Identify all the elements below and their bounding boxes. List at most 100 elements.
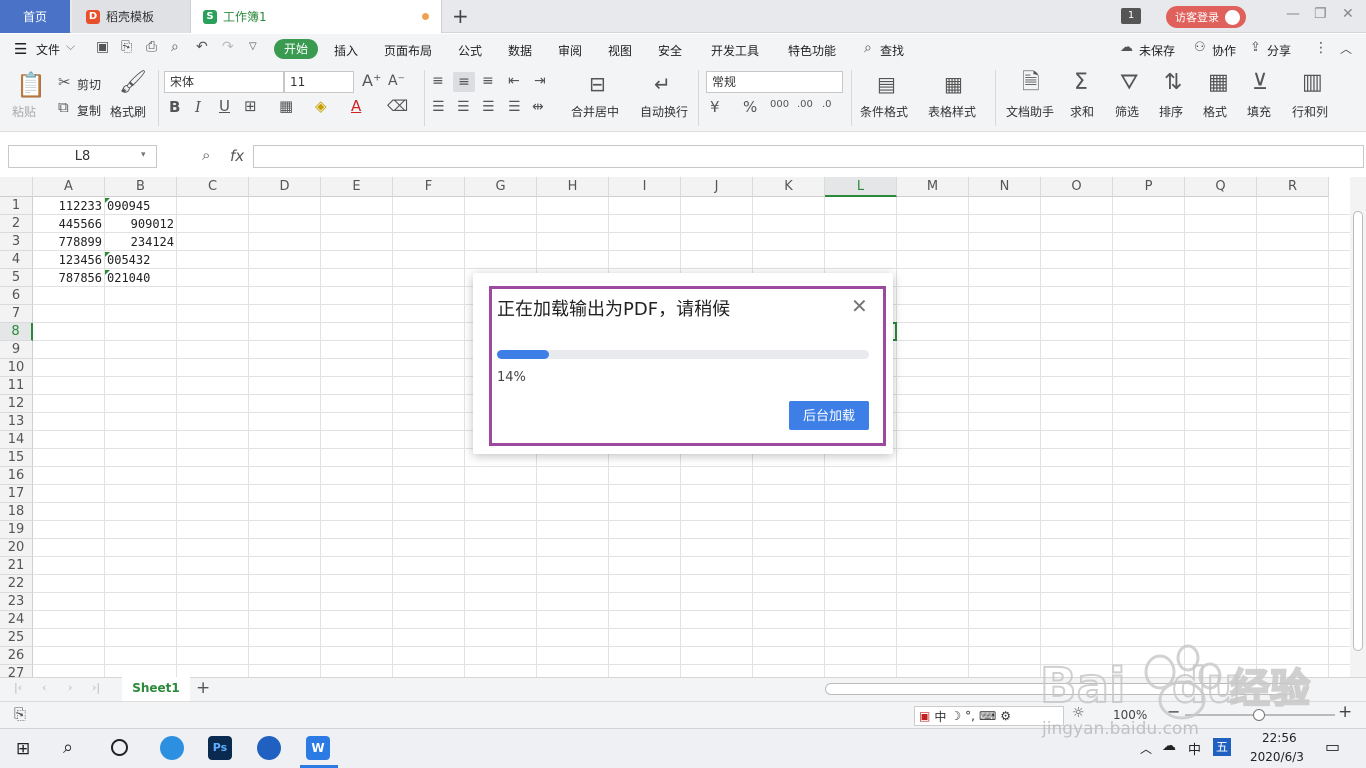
- cell-b4[interactable]: 005432: [107, 251, 150, 269]
- column-header-m[interactable]: M: [897, 177, 969, 197]
- borders-icon[interactable]: ⊞: [244, 99, 257, 114]
- column-header-h[interactable]: H: [537, 177, 609, 197]
- thousands-icon[interactable]: 000: [770, 100, 789, 110]
- row-header-9[interactable]: 9: [0, 341, 33, 359]
- cut-button[interactable]: 剪切: [77, 76, 101, 93]
- font-color-icon[interactable]: A: [351, 99, 361, 114]
- row-header-25[interactable]: 25: [0, 629, 33, 647]
- percent-icon[interactable]: %: [743, 100, 757, 115]
- increase-indent-icon[interactable]: ⇥: [534, 74, 546, 88]
- unsaved-status[interactable]: 未保存: [1139, 42, 1175, 59]
- menu-formula[interactable]: 公式: [458, 42, 482, 59]
- chevron-down-icon[interactable]: ⌵: [66, 39, 75, 54]
- clock-date[interactable]: 2020/6/3: [1250, 750, 1304, 764]
- fill-color-icon[interactable]: ◈: [315, 99, 327, 114]
- cell-b1[interactable]: 090945: [107, 197, 150, 215]
- row-header-18[interactable]: 18: [0, 503, 33, 521]
- row-header-27[interactable]: 27: [0, 665, 33, 677]
- row-col-button[interactable]: 行和列: [1292, 103, 1328, 120]
- sheet-tab-sheet1[interactable]: Sheet1: [122, 677, 190, 701]
- hamburger-icon[interactable]: ☰: [14, 40, 27, 58]
- row-header-8[interactable]: 8: [0, 323, 33, 341]
- fill-style-icon[interactable]: ▦: [279, 99, 293, 114]
- conditional-format-button[interactable]: 条件格式: [860, 103, 908, 120]
- underline-icon[interactable]: U: [219, 99, 230, 114]
- align-left-icon[interactable]: ☰: [432, 100, 445, 114]
- bold-icon[interactable]: B: [169, 100, 180, 115]
- guest-login-button[interactable]: 访客登录: [1166, 6, 1246, 28]
- row-header-16[interactable]: 16: [0, 467, 33, 485]
- format-button[interactable]: 格式: [1203, 103, 1227, 120]
- table-style-button[interactable]: 表格样式: [928, 103, 976, 120]
- row-header-19[interactable]: 19: [0, 521, 33, 539]
- align-top-icon[interactable]: ≡: [432, 74, 444, 88]
- format-painter-button[interactable]: 格式刷: [110, 103, 146, 120]
- font-name-select[interactable]: 宋体: [164, 71, 284, 93]
- cell-a5[interactable]: 787856: [33, 269, 102, 287]
- menu-view[interactable]: 视图: [608, 42, 632, 59]
- row-header-2[interactable]: 2: [0, 215, 33, 233]
- sheet-nav-last-icon[interactable]: ›|: [92, 681, 100, 694]
- row-header-20[interactable]: 20: [0, 539, 33, 557]
- vertical-scroll-thumb[interactable]: [1353, 211, 1363, 651]
- wrap-text-button[interactable]: 自动换行: [640, 103, 688, 120]
- task-view-icon[interactable]: [111, 739, 128, 756]
- settings-icon[interactable]: ⚙: [1000, 709, 1011, 723]
- new-tab-button[interactable]: +: [452, 4, 469, 28]
- row-header-7[interactable]: 7: [0, 305, 33, 323]
- row-header-22[interactable]: 22: [0, 575, 33, 593]
- distribute-icon[interactable]: ⇹: [532, 100, 544, 114]
- punctuation-icon[interactable]: °,: [965, 709, 975, 723]
- add-sheet-icon[interactable]: +: [196, 678, 210, 698]
- formula-input[interactable]: [253, 145, 1364, 168]
- cell-a1[interactable]: 112233: [33, 197, 102, 215]
- menu-data[interactable]: 数据: [508, 42, 532, 59]
- row-header-10[interactable]: 10: [0, 359, 33, 377]
- tray-ime-name[interactable]: 五: [1213, 738, 1231, 756]
- align-right-icon[interactable]: ☰: [482, 100, 495, 114]
- clear-format-icon[interactable]: ⌫: [387, 99, 408, 114]
- number-format-select[interactable]: 常规: [706, 71, 843, 93]
- justify-icon[interactable]: ☰: [508, 100, 521, 114]
- cell-a2[interactable]: 445566: [33, 215, 102, 233]
- undo-icon[interactable]: ↶: [196, 39, 208, 55]
- close-window-icon[interactable]: ✕: [1342, 6, 1354, 22]
- menu-page-layout[interactable]: 页面布局: [384, 42, 432, 59]
- redo-icon[interactable]: ↷: [222, 39, 234, 55]
- sort-button[interactable]: 排序: [1159, 103, 1183, 120]
- fill-button[interactable]: 填充: [1247, 103, 1271, 120]
- window-count-badge[interactable]: 1: [1121, 8, 1141, 24]
- insert-function-button[interactable]: fx: [230, 147, 244, 165]
- wps-app-icon[interactable]: W: [306, 736, 330, 760]
- decrease-font-icon[interactable]: A⁻: [388, 74, 405, 88]
- tray-ime-mode[interactable]: 中: [1188, 739, 1201, 758]
- column-header-o[interactable]: O: [1041, 177, 1113, 197]
- page-setup-icon[interactable]: ⎘: [14, 705, 26, 723]
- column-header-i[interactable]: I: [609, 177, 681, 197]
- row-header-11[interactable]: 11: [0, 377, 33, 395]
- row-header-4[interactable]: 4: [0, 251, 33, 269]
- name-box[interactable]: L8: [8, 145, 157, 168]
- tab-templates[interactable]: D 稻壳模板: [72, 0, 190, 33]
- tab-workbook[interactable]: S 工作簿1: [190, 0, 442, 33]
- column-header-f[interactable]: F: [393, 177, 465, 197]
- row-header-23[interactable]: 23: [0, 593, 33, 611]
- increase-font-icon[interactable]: A⁺: [362, 73, 381, 89]
- filter-button[interactable]: 筛选: [1115, 103, 1139, 120]
- menu-review[interactable]: 审阅: [558, 42, 582, 59]
- restore-icon[interactable]: ❐: [1314, 6, 1327, 22]
- row-header-1[interactable]: 1: [0, 197, 33, 215]
- row-header-17[interactable]: 17: [0, 485, 33, 503]
- column-header-l[interactable]: L: [825, 177, 897, 197]
- more-options-icon[interactable]: ⋮: [1314, 40, 1328, 56]
- menu-search[interactable]: 查找: [880, 42, 904, 59]
- windows-start-icon[interactable]: ⊞: [16, 739, 30, 759]
- align-center-icon[interactable]: ☰: [457, 100, 470, 114]
- row-header-5[interactable]: 5: [0, 269, 33, 287]
- photoshop-app-icon[interactable]: Ps: [208, 736, 232, 760]
- row-header-15[interactable]: 15: [0, 449, 33, 467]
- sheet-nav-next-icon[interactable]: ›: [68, 681, 72, 694]
- menu-security[interactable]: 安全: [658, 42, 682, 59]
- menu-insert[interactable]: 插入: [334, 42, 358, 59]
- sum-button[interactable]: 求和: [1070, 103, 1094, 120]
